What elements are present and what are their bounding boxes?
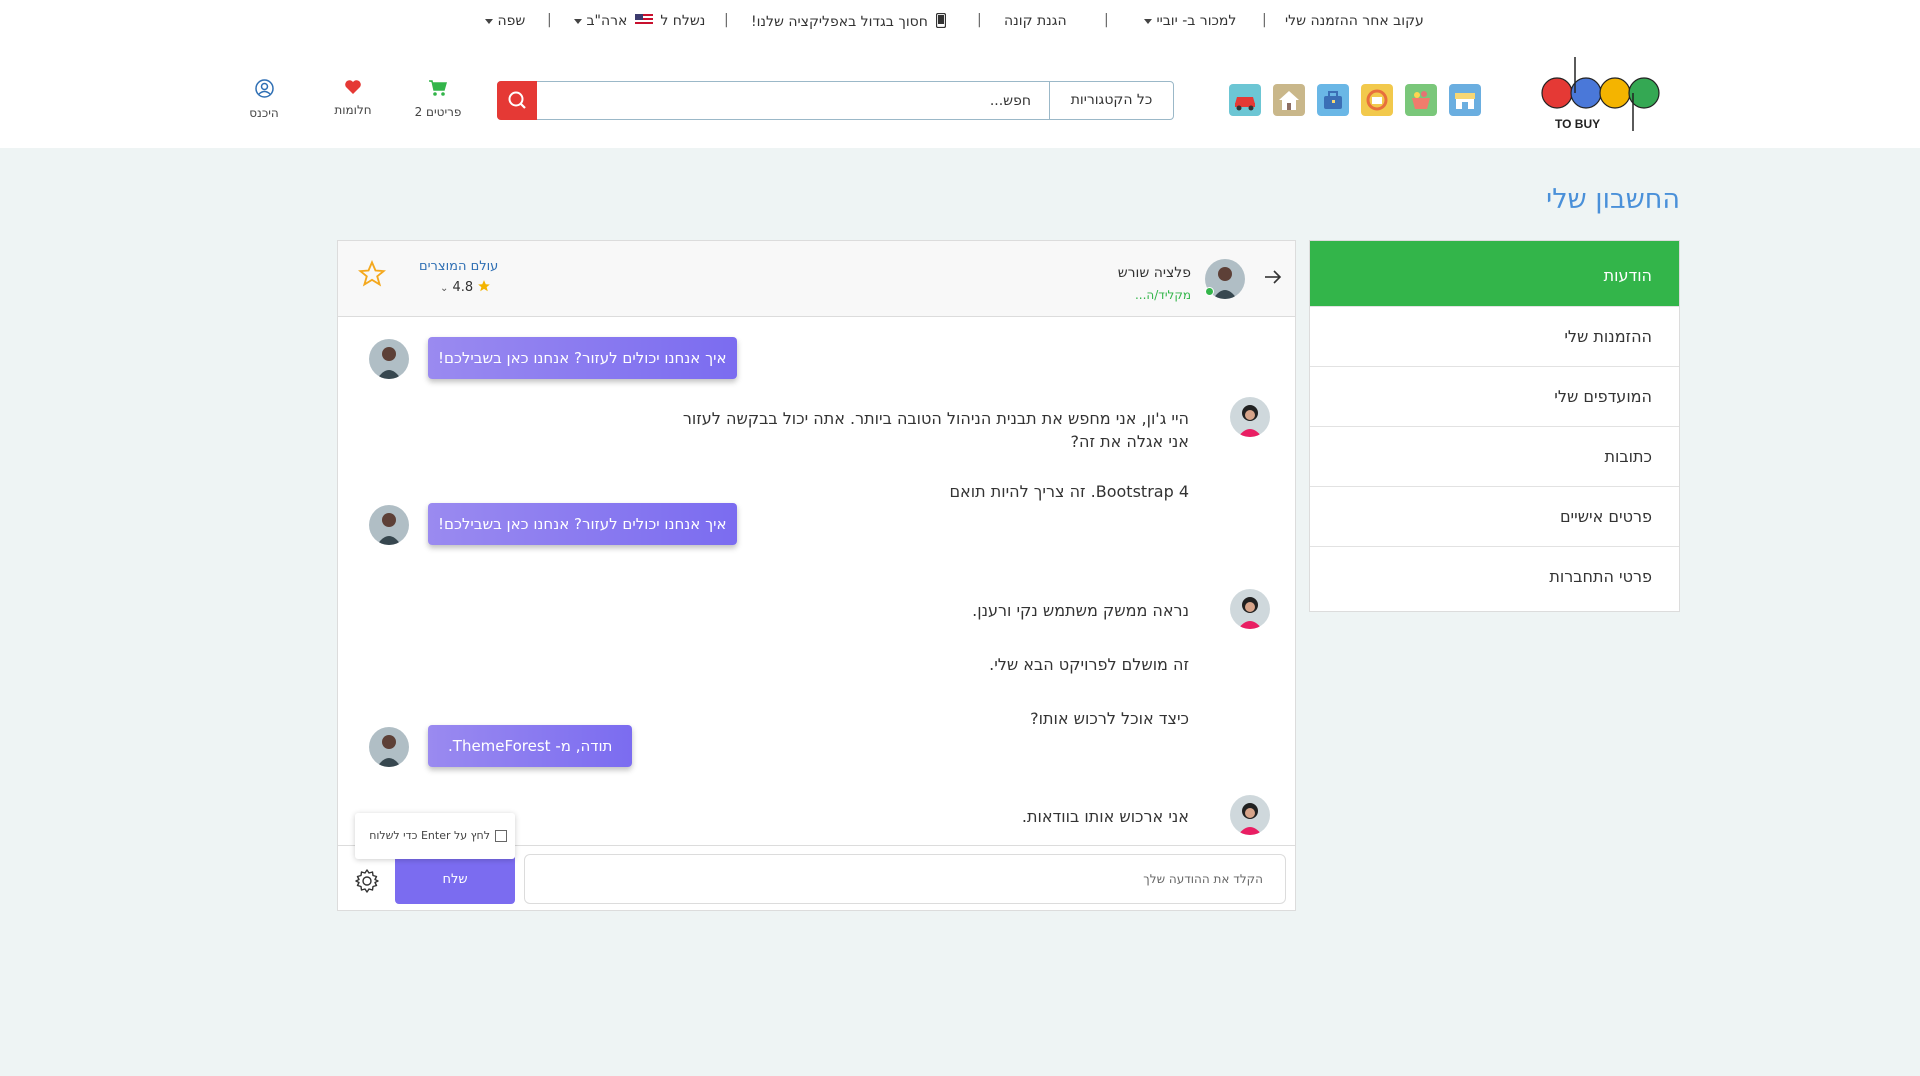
- sidebar-item-personal-details[interactable]: פרטים אישיים: [1310, 486, 1679, 546]
- heart-icon: [345, 80, 361, 94]
- user-message: אני ארכוש אותו בוודאות.: [1021, 807, 1189, 826]
- store-link[interactable]: עולם המוצרים: [419, 259, 498, 274]
- car-category-icon[interactable]: [1229, 84, 1261, 116]
- sidebar-item-orders[interactable]: ההזמנות שלי: [1310, 306, 1679, 366]
- shop-category-icon[interactable]: [1449, 84, 1481, 116]
- star-icon: [478, 280, 491, 292]
- site-logo[interactable]: TO BUY: [1541, 57, 1671, 135]
- user-message: כיצד אוכל לרכוש אותו?: [1030, 709, 1189, 728]
- user-avatar: [1230, 589, 1270, 629]
- gear-icon[interactable]: [354, 868, 380, 894]
- chevron-down-icon: [1144, 18, 1152, 24]
- page-title: החשבון שלי: [1546, 184, 1680, 215]
- sidebar-item-addresses[interactable]: כתובות: [1310, 426, 1679, 486]
- user-message: היי ג'ון, אני מחפש את תבנית הניהול הטובה…: [682, 409, 1189, 428]
- message-input[interactable]: [524, 854, 1286, 904]
- category-dropdown[interactable]: כל הקטגוריות: [1049, 82, 1173, 119]
- agent-avatar: [369, 727, 409, 767]
- typing-indicator: מקליד/ה...: [1134, 288, 1191, 302]
- track-order-link[interactable]: עקוב אחר ההזמנה שלי: [1285, 13, 1424, 29]
- house-category-icon[interactable]: [1273, 84, 1305, 116]
- online-indicator: [1205, 287, 1214, 296]
- favorite-star-icon[interactable]: [358, 260, 386, 288]
- agent-message: איך אנחנו יכולים לעזור? אנחנו כאן בשבילכ…: [428, 503, 737, 545]
- buyer-protection-link[interactable]: הגנת קונה: [1004, 13, 1067, 29]
- divider: |: [1262, 12, 1267, 28]
- user-icon: [254, 79, 274, 98]
- login-label: היכנס: [249, 106, 279, 120]
- contact-name: פלציה שורש: [1117, 265, 1191, 281]
- chevron-down-icon: [574, 18, 582, 24]
- account-sidebar: הודעות ההזמנות שלי המועדפים שלי כתובות פ…: [1309, 240, 1680, 612]
- rating-value: 4.8: [452, 280, 474, 295]
- login-button[interactable]: היכנס: [241, 79, 287, 120]
- cart-icon: [429, 80, 447, 96]
- search-button[interactable]: [497, 81, 537, 120]
- cart-button[interactable]: פריטים 2: [413, 79, 463, 119]
- basket-category-icon[interactable]: [1405, 84, 1437, 116]
- cart-label: פריטים 2: [414, 105, 462, 119]
- user-message: אני אגלה את זה?: [1070, 432, 1189, 451]
- chat-header: פלציה שורש מקליד/ה... עולם המוצרים ⌄ 4.8: [338, 241, 1295, 317]
- user-message: Bootstrap 4. זה צריך להיות תואם: [949, 482, 1189, 501]
- app-promo-link[interactable]: חסוך בגדול באפליקציה שלנו!: [751, 12, 947, 30]
- agent-avatar: [369, 339, 409, 379]
- divider: |: [1104, 12, 1109, 28]
- search-bar: כל הקטגוריות: [497, 81, 1174, 120]
- top-utility-bar: עקוב אחר ההזמנה שלי | למכור ב- יוביי | ה…: [0, 0, 1920, 41]
- main-header: TO BUY כל הקטגוריות פריטים 2 חלומות היכנ…: [0, 41, 1920, 148]
- logo-text: TO BUY: [1555, 117, 1601, 131]
- enter-to-send-label: לחץ על Enter כדי לשלוח: [369, 829, 490, 842]
- sidebar-item-login-details[interactable]: פרטי התחברות: [1310, 546, 1679, 611]
- send-button[interactable]: שלח: [395, 854, 515, 904]
- chevron-down-icon: [485, 18, 493, 24]
- language-selector[interactable]: שפה: [481, 13, 525, 29]
- gifts-category-icon[interactable]: [1361, 84, 1393, 116]
- enter-to-send-popup: לחץ על Enter כדי לשלוח: [355, 813, 515, 859]
- user-avatar: [1230, 795, 1270, 835]
- sell-link[interactable]: למכור ב- יוביי: [1140, 13, 1236, 29]
- ship-to-selector[interactable]: נשלח ל ארה"ב: [570, 13, 705, 29]
- search-icon: [508, 91, 526, 109]
- sidebar-item-messages[interactable]: הודעות: [1310, 241, 1679, 306]
- us-flag-icon: [634, 14, 653, 26]
- chat-panel: פלציה שורש מקליד/ה... עולם המוצרים ⌄ 4.8…: [337, 240, 1296, 911]
- store-rating[interactable]: ⌄ 4.8: [440, 279, 491, 295]
- wishlist-label: חלומות: [334, 103, 372, 117]
- sidebar-item-favorites[interactable]: המועדפים שלי: [1310, 366, 1679, 426]
- user-message: זה מושלם לפרויקט הבא שלי.: [989, 655, 1189, 674]
- briefcase-category-icon[interactable]: [1317, 84, 1349, 116]
- divider: |: [977, 12, 982, 28]
- agent-message: תודה, מ- ThemeForest.: [428, 725, 633, 767]
- enter-to-send-checkbox[interactable]: [495, 830, 507, 842]
- agent-avatar: [369, 505, 409, 545]
- search-input[interactable]: [538, 82, 1049, 119]
- agent-message: איך אנחנו יכולים לעזור? אנחנו כאן בשבילכ…: [428, 337, 737, 379]
- divider: |: [547, 12, 552, 28]
- divider: |: [724, 12, 729, 28]
- user-message: נראה ממשק משתמש נקי ורענן.: [972, 601, 1189, 620]
- wishlist-button[interactable]: חלומות: [328, 79, 378, 117]
- message-list: איך אנחנו יכולים לעזור? אנחנו כאן בשבילכ…: [338, 318, 1295, 845]
- chevron-down-icon: ⌄: [440, 283, 449, 294]
- arrow-right-icon[interactable]: [1263, 267, 1283, 287]
- user-avatar: [1230, 397, 1270, 437]
- mobile-phone-icon: [936, 12, 947, 29]
